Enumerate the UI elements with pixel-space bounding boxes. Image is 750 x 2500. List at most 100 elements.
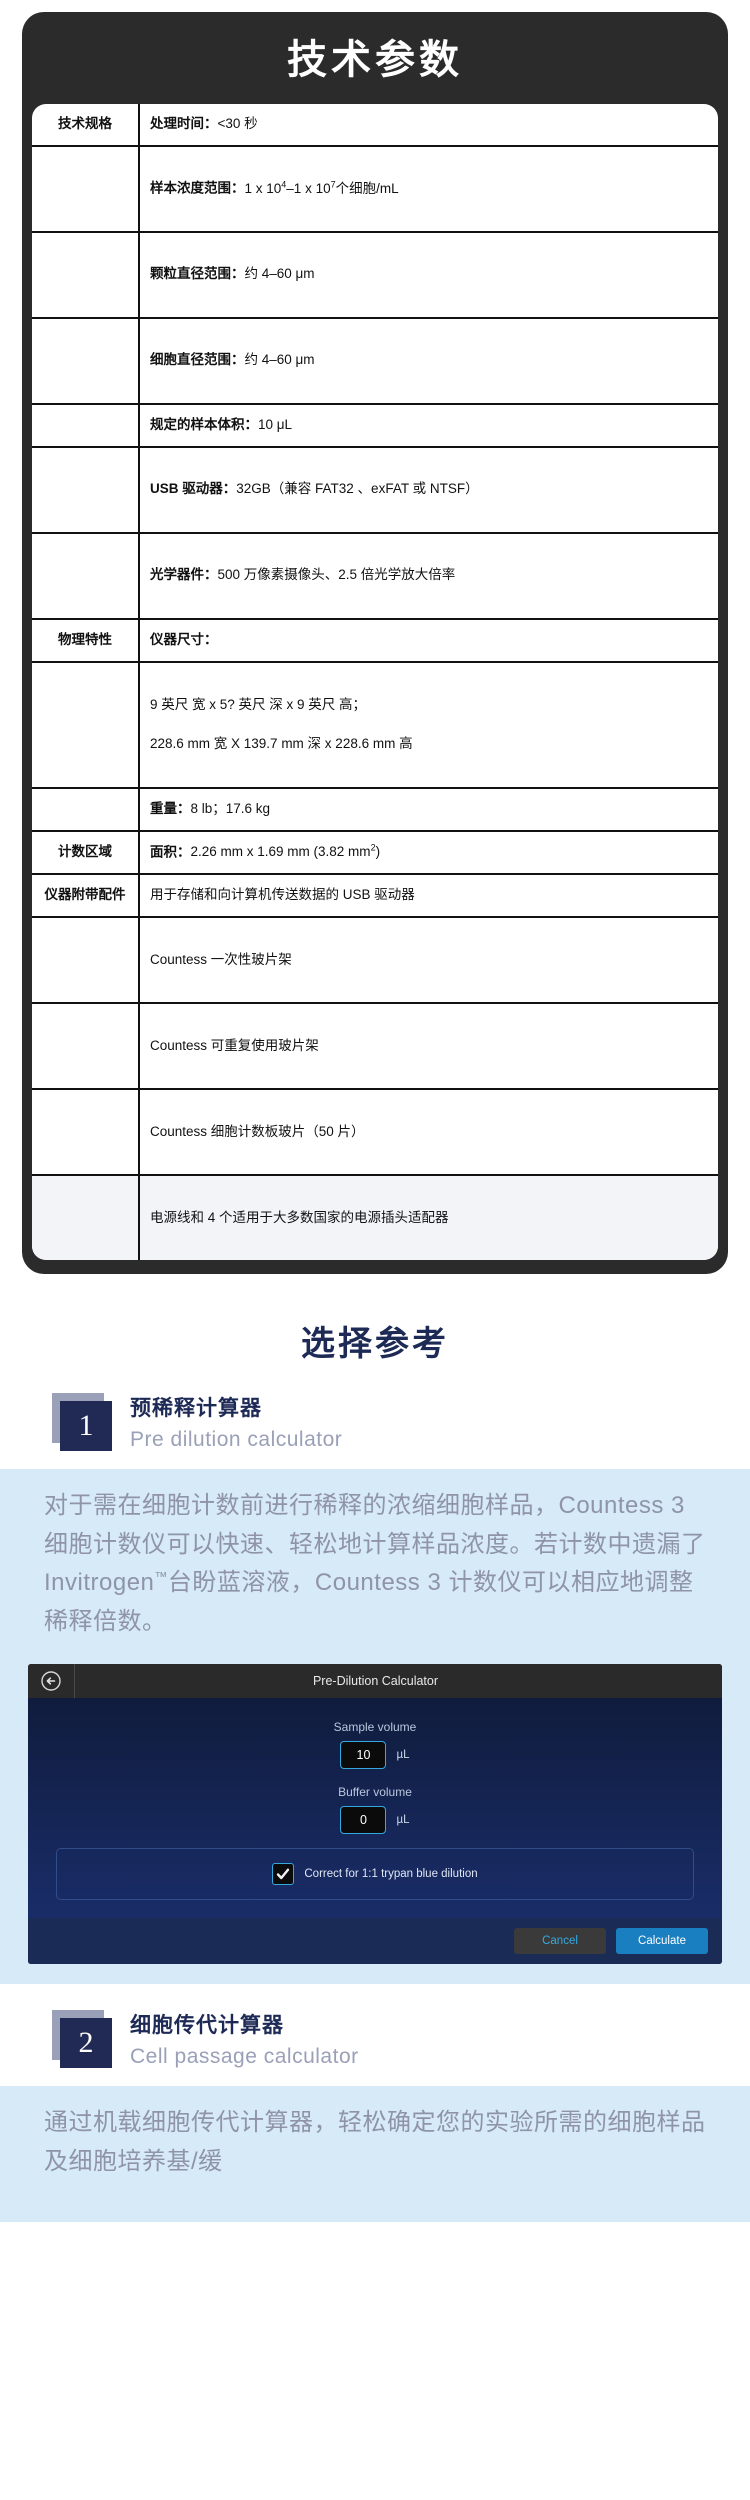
spec-key-cell	[32, 1003, 140, 1091]
table-row: 颗粒直径范围：约 4–60 μm	[32, 231, 718, 319]
item-title-cn-2: 细胞传代计算器	[130, 2014, 284, 2038]
trypan-correction-checkbox[interactable]	[272, 1863, 295, 1886]
spec-key-cell: 仪器附带配件	[32, 874, 140, 919]
calculate-button[interactable]: Calculate	[616, 1928, 708, 1955]
spec-value-text: 约 4–60 μm	[244, 352, 315, 368]
sample-volume-field: Sample volume 10 µL	[28, 1720, 722, 1770]
spec-value-cell: 面积：2.26 mm x 1.69 mm (3.82 mm2)	[139, 830, 718, 876]
spec-key-cell	[32, 532, 140, 620]
table-row: 物理特性 仪器尺寸：	[32, 618, 718, 663]
item-text-1: 预稀释计算器 Pre dilution calculator	[130, 1393, 342, 1455]
item-title-cn-1: 预稀释计算器	[130, 1397, 262, 1421]
spec-value-label: 处理时间：	[150, 116, 218, 131]
buffer-volume-inline: 0 µL	[340, 1806, 410, 1835]
section-title: 选择参考	[301, 1325, 449, 1364]
spec-value-label: 仪器尺寸：	[150, 631, 218, 647]
table-row: 细胞直径范围：约 4–60 μm	[32, 317, 718, 405]
item-paragraph-1: 对于需在细胞计数前进行稀释的浓缩细胞样品，Countess 3细胞计数仪可以快速…	[44, 1491, 706, 1636]
spec-value-cell: 规定的样本体积：10 μL	[139, 403, 718, 448]
spec-value-cell: 重量：8 lb；17.6 kg	[139, 787, 718, 832]
item-paragraph-2: 通过机载细胞传代计算器，轻松确定您的实验所需的细胞样品及细胞培养基/缓	[44, 2108, 706, 2175]
spec-key-cell	[32, 917, 140, 1005]
spec-value-cell: 电源线和 4 个适用于大多数国家的电源插头适配器	[139, 1175, 718, 1261]
table-row: 计数区域 面积：2.26 mm x 1.69 mm (3.82 mm2)	[32, 830, 718, 876]
spec-key-cell	[32, 145, 140, 233]
spec-value-text: 8 lb；17.6 kg	[190, 800, 271, 816]
blue-band-1: 对于需在细胞计数前进行稀释的浓缩细胞样品，Countess 3细胞计数仪可以快速…	[0, 1468, 750, 1985]
buffer-volume-field: Buffer volume 0 µL	[28, 1785, 722, 1835]
spec-value-cell: 细胞直径范围：约 4–60 μm	[139, 317, 718, 405]
table-row: 电源线和 4 个适用于大多数国家的电源插头适配器	[32, 1175, 718, 1261]
reference-item-2: 2 细胞传代计算器 Cell passage calculator	[0, 2010, 750, 2072]
spec-key-cell: 技术规格	[32, 104, 140, 147]
spec-value-cell: USB 驱动器：32GB（兼容 FAT32 、exFAT 或 NTSF）	[139, 446, 718, 534]
item-title-en-2: Cell passage calculator	[130, 2045, 359, 2069]
table-row: Countess 细胞计数板玻片（50 片）	[32, 1089, 718, 1177]
spec-value-label: USB 驱动器：	[150, 481, 237, 497]
spec-value-label: 重量：	[150, 800, 191, 816]
table-row: 规定的样本体积：10 μL	[32, 403, 718, 448]
spec-key-cell	[32, 661, 140, 789]
item-number-badge-1: 1	[52, 1393, 112, 1452]
spec-value-label: 样本浓度范围：	[150, 180, 245, 196]
spec-key-cell	[32, 317, 140, 405]
badge-number: 1	[60, 1401, 112, 1452]
table-row: 重量：8 lb；17.6 kg	[32, 787, 718, 832]
badge-number: 2	[60, 2018, 112, 2069]
table-row: 技术规格 处理时间：<30 秒	[32, 104, 718, 147]
spec-card: 技术参数 技术规格 处理时间：<30 秒样本浓度范围：1 x 104–1 x 10…	[22, 12, 728, 1275]
spec-key-cell	[32, 403, 140, 448]
buffer-volume-unit: µL	[396, 1814, 410, 1827]
spec-value-text: Countess 细胞计数板玻片（50 片）	[150, 1123, 365, 1139]
device-footer: Cancel Calculate	[28, 1918, 722, 1965]
spec-value-text: 电源线和 4 个适用于大多数国家的电源插头适配器	[150, 1209, 449, 1225]
spec-key-cell	[32, 446, 140, 534]
spec-value-label: 规定的样本体积：	[150, 416, 258, 432]
spec-value-cell: 处理时间：<30 秒	[139, 104, 718, 147]
device-titlebar: Pre-Dilution Calculator	[28, 1664, 722, 1699]
table-row: 样本浓度范围：1 x 104–1 x 107个细胞/mL	[32, 145, 718, 233]
item-title-en-1: Pre dilution calculator	[130, 1428, 343, 1452]
page-root: 技术参数 技术规格 处理时间：<30 秒样本浓度范围：1 x 104–1 x 10…	[0, 0, 750, 2500]
spec-value-text: Countess 一次性玻片架	[150, 951, 292, 967]
item-text-2: 细胞传代计算器 Cell passage calculator	[130, 2010, 359, 2072]
buffer-volume-label: Buffer volume	[338, 1785, 412, 1800]
table-row: USB 驱动器：32GB（兼容 FAT32 、exFAT 或 NTSF）	[32, 446, 718, 534]
sample-volume-unit: µL	[396, 1749, 410, 1762]
spec-value-label: 面积：	[150, 844, 191, 860]
spec-value-text: 32GB（兼容 FAT32 、exFAT 或 NTSF）	[236, 481, 479, 497]
spec-dimension-line: 9 英尺 宽 x 5? 英尺 深 x 9 英尺 高；	[150, 696, 367, 712]
spec-value-cell: 颗粒直径范围：约 4–60 μm	[139, 231, 718, 319]
table-row: 光学器件：500 万像素摄像头、2.5 倍光学放大倍率	[32, 532, 718, 620]
reference-item-1: 1 预稀释计算器 Pre dilution calculator	[0, 1393, 750, 1455]
spec-value-text: 约 4–60 μm	[244, 266, 315, 282]
spec-value-cell: 9 英尺 宽 x 5? 英尺 深 x 9 英尺 高； 228.6 mm 宽 X 1…	[139, 661, 718, 789]
device-title: Pre-Dilution Calculator	[312, 1674, 439, 1689]
sample-volume-label: Sample volume	[333, 1720, 417, 1735]
spec-value-cell: 样本浓度范围：1 x 104–1 x 107个细胞/mL	[139, 145, 718, 233]
spec-value-text: 1 x 104–1 x 107个细胞/mL	[244, 179, 399, 196]
table-row: 9 英尺 宽 x 5? 英尺 深 x 9 英尺 高； 228.6 mm 宽 X 1…	[32, 661, 718, 789]
spec-table-wrapper: 技术规格 处理时间：<30 秒样本浓度范围：1 x 104–1 x 107个细胞/…	[32, 104, 718, 1261]
sample-volume-input[interactable]: 10	[340, 1741, 387, 1770]
sample-volume-inline: 10 µL	[340, 1741, 410, 1770]
device-body: Sample volume 10 µL Buffer volume 0 µL C…	[28, 1698, 722, 1965]
trypan-correction-group: Correct for 1:1 trypan blue dilution	[56, 1848, 694, 1901]
back-arrow-icon[interactable]	[28, 1664, 75, 1699]
spec-value-text: 500 万像素摄像头、2.5 倍光学放大倍率	[217, 567, 456, 583]
spec-key-cell	[32, 231, 140, 319]
spec-value-cell: Countess 一次性玻片架	[139, 917, 718, 1005]
spec-value-text: 2.26 mm x 1.69 mm (3.82 mm2)	[190, 842, 381, 860]
table-row: Countess 可重复使用玻片架	[32, 1003, 718, 1091]
buffer-volume-input[interactable]: 0	[340, 1806, 387, 1835]
spec-key-cell	[32, 1089, 140, 1177]
item-number-badge-2: 2	[52, 2010, 112, 2069]
page-title: 技术参数	[287, 38, 463, 82]
spec-key-cell	[32, 1175, 140, 1261]
cancel-button[interactable]: Cancel	[514, 1928, 606, 1955]
trypan-correction-label: Correct for 1:1 trypan blue dilution	[304, 1868, 478, 1881]
spec-value-cell: 仪器尺寸：	[139, 618, 718, 663]
blue-band-2: 通过机载细胞传代计算器，轻松确定您的实验所需的细胞样品及细胞培养基/缓	[0, 2085, 750, 2222]
checkmark-icon	[277, 1868, 290, 1880]
spec-value-cell: Countess 细胞计数板玻片（50 片）	[139, 1089, 718, 1177]
